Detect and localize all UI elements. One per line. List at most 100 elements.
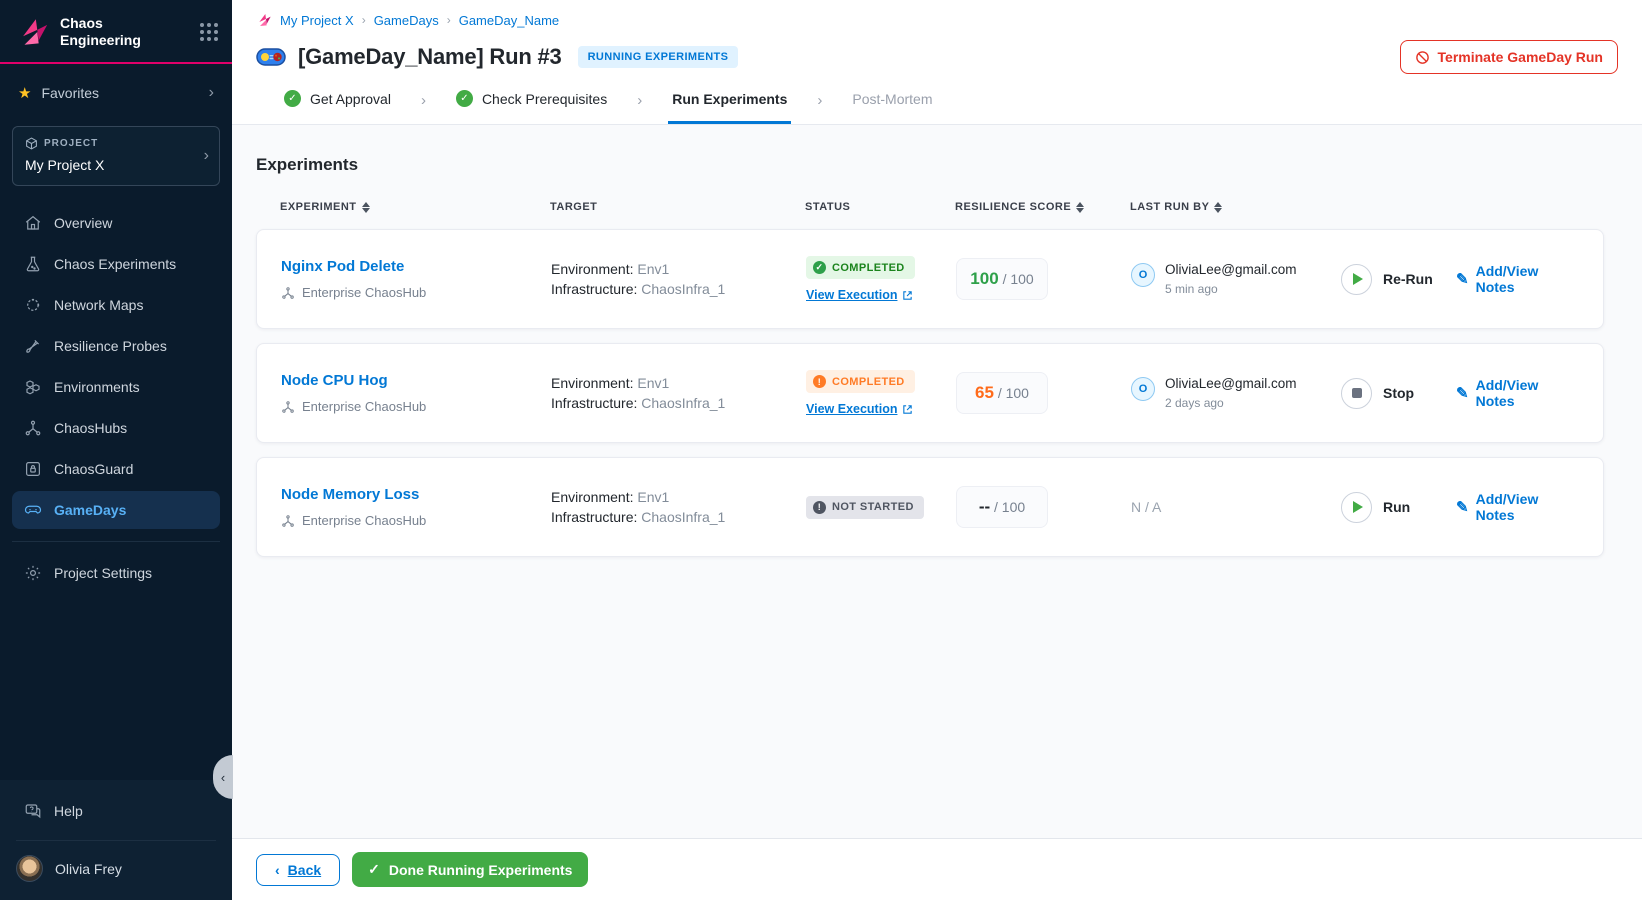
rerun-button[interactable]: Re-Run <box>1341 263 1456 295</box>
stop-icon <box>1341 377 1372 409</box>
sidebar-item-chaosguard[interactable]: ChaosGuard <box>12 450 220 488</box>
experiment-row-nginx-pod-delete: Nginx Pod Delete Enterprise ChaosHub Env… <box>256 229 1604 329</box>
chevron-right-icon: › <box>420 91 426 109</box>
last-run-by-cell: O OliviaLee@gmail.com 5 min ago <box>1131 262 1341 296</box>
breadcrumb-gameday-link[interactable]: GameDay_Name <box>459 13 559 28</box>
chaoshub-icon <box>281 400 295 414</box>
sidebar-item-network-maps[interactable]: Network Maps <box>12 286 220 324</box>
hub-name: Enterprise ChaosHub <box>302 513 427 528</box>
sidebar-item-overview[interactable]: Overview <box>12 204 220 242</box>
alert-circle-icon: ! <box>813 500 826 514</box>
project-label: PROJECT <box>44 138 99 149</box>
sidebar: Chaos Engineering ★ Favorites › PROJECT … <box>0 0 232 900</box>
gear-icon <box>24 564 42 582</box>
run-timestamp: 2 days ago <box>1165 396 1224 410</box>
gameday-gamepad-icon <box>256 46 286 68</box>
experiment-name-link[interactable]: Node Memory Loss <box>281 486 419 503</box>
experiment-name-link[interactable]: Nginx Pod Delete <box>281 258 404 275</box>
step-check-prerequisites[interactable]: ✓ Check Prerequisites <box>452 90 611 124</box>
nav-divider <box>12 541 220 542</box>
check-circle-icon: ✓ <box>813 261 826 274</box>
column-status: STATUS <box>805 201 851 213</box>
breadcrumb-gamedays-link[interactable]: GameDays <box>374 13 439 28</box>
column-target: TARGET <box>550 201 598 213</box>
column-last-run-by: LAST RUN BY <box>1130 201 1340 213</box>
experiment-row-node-memory-loss: Node Memory Loss Enterprise ChaosHub Env… <box>256 457 1604 557</box>
status-badge: ! NOT STARTED <box>806 495 924 519</box>
network-icon <box>24 296 42 314</box>
app-window: Chaos Engineering ★ Favorites › PROJECT … <box>0 0 1642 900</box>
breadcrumb-separator: › <box>361 13 366 27</box>
view-execution-link[interactable]: View Execution <box>806 402 913 416</box>
external-link-icon <box>902 290 913 301</box>
sidebar-item-favorites[interactable]: ★ Favorites › <box>0 64 232 114</box>
done-running-experiments-button[interactable]: ✓ Done Running Experiments <box>352 852 589 887</box>
column-experiment: EXPERIMENT <box>280 201 550 213</box>
status-cell: ! NOT STARTED <box>806 495 956 519</box>
sidebar-item-chaos-experiments[interactable]: Chaos Experiments <box>12 245 220 283</box>
chevron-left-icon: ‹ <box>275 861 280 878</box>
project-selector[interactable]: PROJECT My Project X › <box>12 126 220 186</box>
sort-icon[interactable] <box>1076 201 1085 213</box>
pencil-icon: ✎ <box>1456 271 1469 288</box>
table-header: EXPERIMENT TARGET STATUS RESILIENCE SCOR… <box>256 201 1604 213</box>
resilience-score: 100 / 100 <box>956 258 1048 300</box>
probe-icon <box>24 337 42 355</box>
pencil-icon: ✎ <box>1456 385 1469 402</box>
brand-title: Chaos Engineering <box>60 15 141 48</box>
runner-avatar: O <box>1131 263 1155 287</box>
section-title: Experiments <box>256 155 359 174</box>
run-button[interactable]: Run <box>1341 491 1456 523</box>
chaoshub-icon <box>281 286 295 300</box>
sort-icon[interactable] <box>1214 201 1223 213</box>
alert-circle-icon: ! <box>813 375 826 388</box>
prohibit-icon <box>1415 50 1430 65</box>
view-execution-link[interactable]: View Execution <box>806 288 913 302</box>
terminate-gameday-button[interactable]: Terminate GameDay Run <box>1399 40 1618 74</box>
add-view-notes-link[interactable]: ✎ Add/View Notes <box>1456 491 1579 523</box>
sidebar-item-project-settings[interactable]: Project Settings <box>12 554 220 592</box>
runner-email: OliviaLee@gmail.com <box>1165 262 1297 277</box>
breadcrumb-project-link[interactable]: My Project X <box>280 13 354 28</box>
last-run-by-cell: O OliviaLee@gmail.com 2 days ago <box>1131 376 1341 410</box>
sidebar-footer: Help Olivia Frey <box>0 780 232 900</box>
check-circle-icon: ✓ <box>284 90 301 107</box>
user-avatar <box>16 855 43 882</box>
target-cell: Environment: Env1 Infrastructure: ChaosI… <box>551 488 726 525</box>
status-badge: ✓ COMPLETED <box>806 256 915 279</box>
page-header: My Project X › GameDays › GameDay_Name [… <box>232 0 1642 125</box>
breadcrumb: My Project X › GameDays › GameDay_Name <box>256 12 1618 28</box>
external-link-icon <box>902 404 913 415</box>
last-run-by-cell: N / A <box>1131 499 1341 515</box>
chaos-engineering-logo-icon <box>16 15 50 49</box>
step-post-mortem[interactable]: Post-Mortem <box>848 91 936 124</box>
runner-avatar: O <box>1131 377 1155 401</box>
add-view-notes-link[interactable]: ✎ Add/View Notes <box>1456 263 1579 295</box>
sidebar-nav: Overview Chaos Experiments Network Maps … <box>0 204 232 529</box>
experiment-name-link[interactable]: Node CPU Hog <box>281 372 388 389</box>
add-view-notes-link[interactable]: ✎ Add/View Notes <box>1456 377 1579 409</box>
sidebar-item-chaoshubs[interactable]: ChaosHubs <box>12 409 220 447</box>
user-name: Olivia Frey <box>55 860 122 877</box>
sidebar-item-resilience-probes[interactable]: Resilience Probes <box>12 327 220 365</box>
step-run-experiments[interactable]: Run Experiments <box>668 91 792 124</box>
status-cell: ! COMPLETED View Execution <box>806 370 956 416</box>
star-icon: ★ <box>18 85 32 102</box>
stop-button[interactable]: Stop <box>1341 377 1456 409</box>
chevron-right-icon: › <box>208 84 214 101</box>
lock-icon <box>24 460 42 478</box>
not-applicable-label: N / A <box>1131 499 1162 515</box>
sort-icon[interactable] <box>361 201 370 213</box>
step-get-approval[interactable]: ✓ Get Approval <box>280 90 395 124</box>
status-cell: ✓ COMPLETED View Execution <box>806 256 956 302</box>
sidebar-item-gamedays[interactable]: GameDays <box>12 491 220 529</box>
column-resilience-score: RESILIENCE SCORE <box>955 201 1130 213</box>
sidebar-item-environments[interactable]: Environments <box>12 368 220 406</box>
gamepad-icon <box>24 501 42 519</box>
module-grid-icon[interactable] <box>200 23 218 41</box>
back-button[interactable]: ‹ Back <box>256 853 341 886</box>
experiment-row-node-cpu-hog: Node CPU Hog Enterprise ChaosHub Environ… <box>256 343 1604 443</box>
breadcrumb-logo-icon <box>256 12 272 28</box>
sidebar-item-help[interactable]: Help <box>0 790 232 832</box>
user-menu[interactable]: Olivia Frey <box>0 841 232 900</box>
